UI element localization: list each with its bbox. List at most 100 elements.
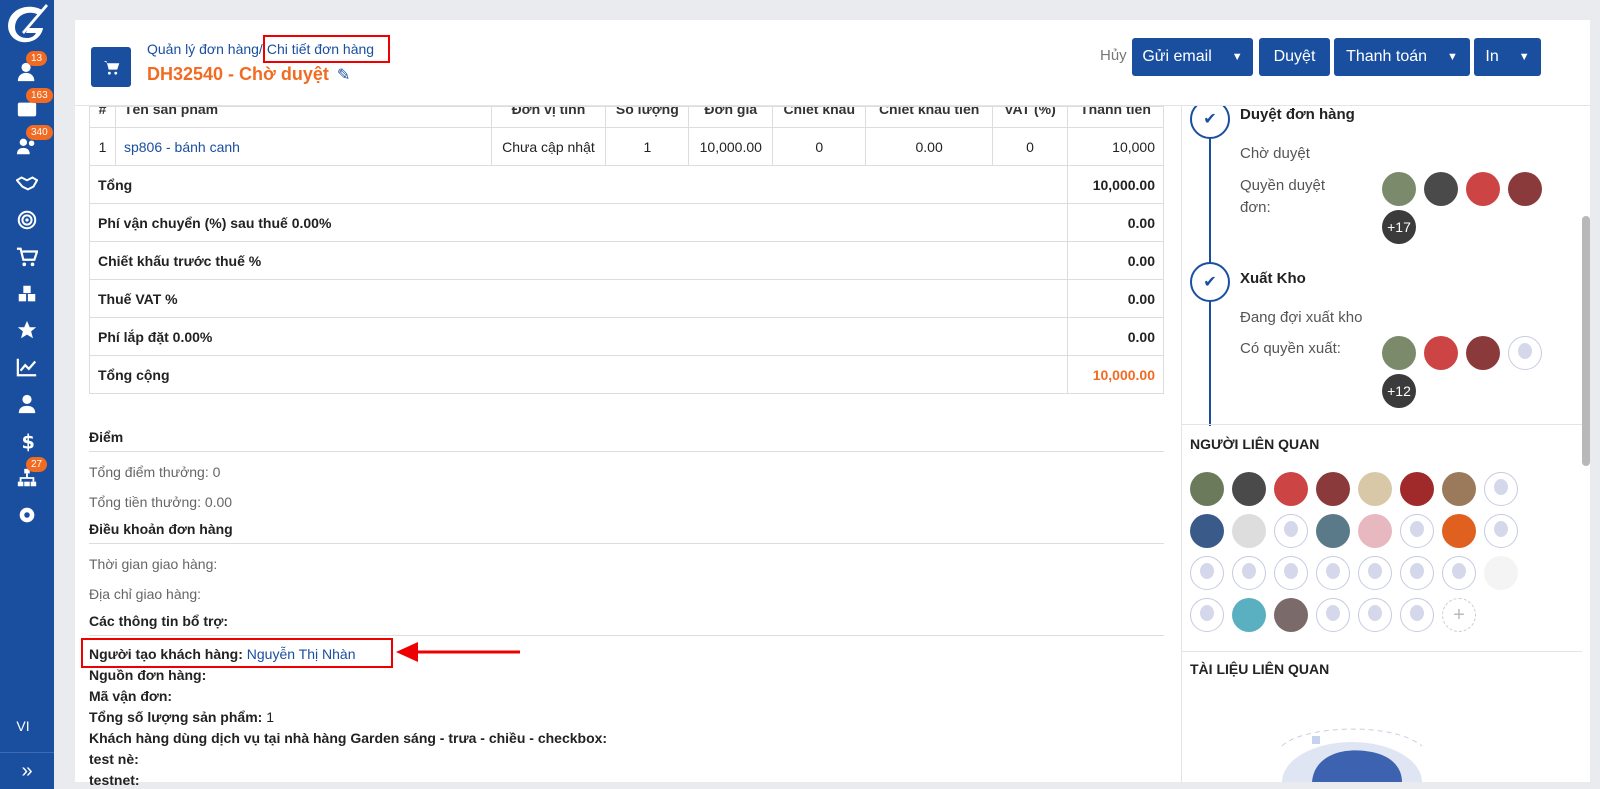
nav-reports[interactable]	[0, 350, 54, 384]
summary-label: Thuế VAT %	[89, 279, 1068, 318]
nav-target[interactable]	[0, 203, 54, 237]
cancel-button[interactable]: Hủy	[1100, 47, 1127, 64]
avatar[interactable]	[1484, 514, 1518, 548]
avatar[interactable]	[1358, 598, 1392, 632]
nav-mail[interactable]: 163	[0, 88, 54, 126]
column-header: Đơn giá	[704, 107, 758, 118]
contacts-badge: 340	[26, 125, 53, 140]
caret-down-icon[interactable]: ▼	[1232, 51, 1243, 63]
nav-users[interactable]: 13	[0, 51, 54, 89]
avatar[interactable]	[1400, 514, 1434, 548]
avatar[interactable]	[1190, 556, 1224, 590]
avatar[interactable]	[1316, 598, 1350, 632]
scrollbar[interactable]	[1582, 216, 1590, 466]
avatar[interactable]	[1484, 556, 1518, 590]
caret-down-icon[interactable]: ▼	[1519, 51, 1530, 63]
avatar[interactable]	[1190, 472, 1224, 506]
avatar[interactable]	[1400, 556, 1434, 590]
step-status: Chờ duyệt	[1240, 145, 1310, 162]
avatar[interactable]	[1358, 514, 1392, 548]
avatar[interactable]	[1424, 172, 1458, 206]
vat-cell: 0	[992, 127, 1068, 166]
avatar[interactable]	[1400, 472, 1434, 506]
section-title: Điểm	[89, 429, 1164, 452]
avatar[interactable]	[1484, 472, 1518, 506]
avatar[interactable]	[1274, 598, 1308, 632]
avatar[interactable]	[1358, 472, 1392, 506]
nav-settings[interactable]	[0, 498, 54, 532]
summary-label: Chiết khấu trước thuế %	[89, 241, 1068, 280]
order-items-table: # Tên sản phẩm Đơn vị tính Số lượng Đơn …	[89, 106, 1165, 394]
avatar[interactable]	[1442, 472, 1476, 506]
summary-value: 0.00	[1066, 317, 1165, 356]
caret-down-icon[interactable]: ▼	[1447, 51, 1458, 63]
delivery-address: Địa chỉ giao hàng:	[89, 586, 202, 602]
cart-icon	[16, 247, 38, 267]
avatar[interactable]	[1190, 598, 1224, 632]
approve-label: Duyệt	[1273, 48, 1316, 65]
avatar[interactable]	[1442, 556, 1476, 590]
nav-contacts[interactable]: 340	[0, 125, 54, 163]
qty-value: 1	[266, 709, 274, 725]
summary-row: Phí vận chuyển (%) sau thuế 0.00% 0.00	[89, 203, 1165, 242]
avatar[interactable]	[1508, 172, 1542, 206]
expand-sidebar-button[interactable]: »	[0, 752, 54, 789]
add-person-button[interactable]: +	[1442, 598, 1476, 632]
avatar[interactable]	[1442, 514, 1476, 548]
summary-value: 0.00	[1066, 241, 1165, 280]
nav-deals[interactable]	[0, 166, 54, 200]
page-header: Quản lý đơn hàng/Chi tiết đơn hàng DH325…	[75, 20, 1590, 106]
divider	[1182, 651, 1582, 652]
grand-total-label: Tổng cộng	[89, 355, 1068, 394]
avatar[interactable]	[1316, 472, 1350, 506]
avatar[interactable]	[1232, 556, 1266, 590]
qty-row: Tổng số lượng sản phẩm: 1	[89, 709, 1164, 725]
order-cart-button[interactable]	[91, 47, 131, 87]
summary-value: 0.00	[1066, 279, 1165, 318]
summary-label: Phí vận chuyển (%) sau thuế 0.00%	[89, 203, 1068, 242]
avatar[interactable]	[1466, 172, 1500, 206]
discount-cell: 0	[772, 127, 867, 166]
more-avatars-badge[interactable]: +17	[1382, 210, 1416, 244]
avatar[interactable]	[1382, 172, 1416, 206]
gear-icon	[19, 507, 35, 523]
nav-finance[interactable]: $	[0, 424, 54, 458]
avatar[interactable]	[1508, 336, 1542, 370]
more-avatars-badge[interactable]: +12	[1382, 374, 1416, 408]
avatar[interactable]	[1232, 472, 1266, 506]
product-name-link[interactable]: sp806 - bánh canh	[114, 127, 492, 166]
avatar[interactable]	[1274, 556, 1308, 590]
approve-button[interactable]: Duyệt	[1259, 38, 1330, 76]
annotation-box	[81, 638, 393, 668]
language-switch[interactable]: VI	[0, 718, 46, 734]
nav-products[interactable]	[0, 277, 54, 311]
avatar[interactable]	[1358, 556, 1392, 590]
payment-button[interactable]: Thanh toán ▼	[1334, 38, 1470, 76]
avatar[interactable]	[1424, 336, 1458, 370]
order-main: # Tên sản phẩm Đơn vị tính Số lượng Đơn …	[81, 106, 1165, 788]
avatar[interactable]	[1274, 472, 1308, 506]
breadcrumb-root[interactable]: Quản lý đơn hàng/	[147, 41, 263, 57]
nav-staff[interactable]	[0, 387, 54, 421]
grand-total-row: Tổng cộng 10,000.00	[89, 355, 1165, 394]
order-title-text: DH32540 - Chờ duyệt	[147, 64, 329, 84]
avatar[interactable]	[1400, 598, 1434, 632]
column-header: #	[98, 107, 107, 118]
logo-icon[interactable]	[2, 2, 52, 48]
avatar[interactable]	[1190, 514, 1224, 548]
avatar[interactable]	[1316, 514, 1350, 548]
column-header: Số lượng	[615, 107, 679, 118]
nav-cart[interactable]	[0, 240, 54, 274]
pencil-icon[interactable]: ✎	[337, 65, 350, 85]
avatar[interactable]	[1232, 514, 1266, 548]
nav-favorites[interactable]	[0, 313, 54, 347]
avatar[interactable]	[1382, 336, 1416, 370]
avatar[interactable]	[1274, 514, 1308, 548]
send-email-button[interactable]: Gửi email ▼	[1132, 38, 1253, 76]
avatar[interactable]	[1466, 336, 1500, 370]
avatar[interactable]	[1232, 598, 1266, 632]
avatar[interactable]	[1316, 556, 1350, 590]
print-button[interactable]: In ▼	[1474, 38, 1541, 76]
nav-organization[interactable]: 27	[0, 457, 54, 495]
grand-total-value: 10,000.00	[1066, 355, 1165, 394]
